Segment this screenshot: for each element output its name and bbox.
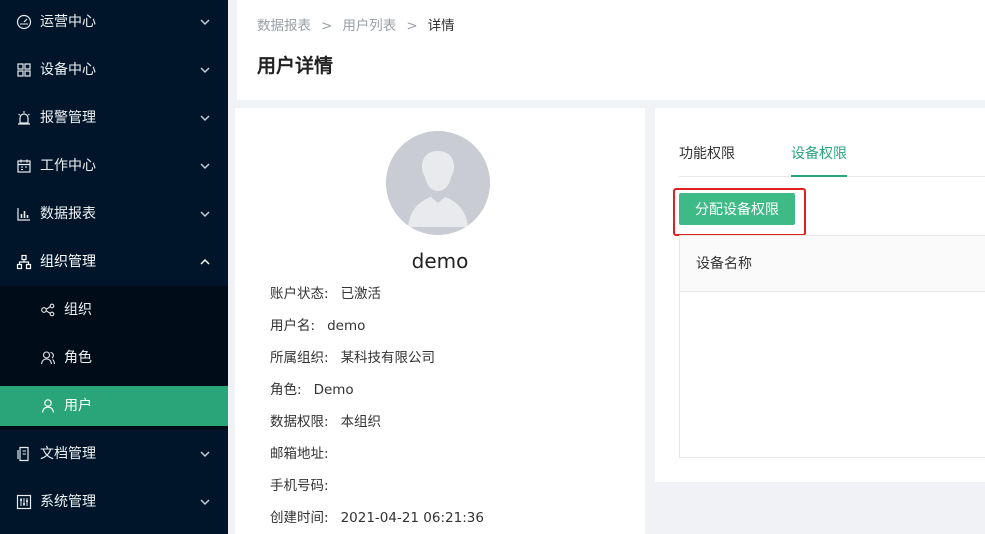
- info-row-email: 邮箱地址:: [270, 444, 341, 464]
- tab-device-permissions[interactable]: 设备权限: [791, 144, 847, 164]
- chevron-down-icon: [200, 115, 210, 122]
- chevron-down-icon: [200, 163, 210, 170]
- sidebar-item-label: 文档管理: [40, 446, 96, 462]
- assign-device-permission-button[interactable]: 分配设备权限: [679, 193, 795, 225]
- chevron-down-icon: [200, 451, 210, 458]
- sidebar-item-documents[interactable]: 文档管理: [0, 430, 228, 478]
- default-avatar-icon: [386, 131, 490, 235]
- info-value: Demo: [313, 382, 354, 398]
- breadcrumb-separator: >: [406, 18, 418, 34]
- page-header: 数据报表 > 用户列表 > 详情 用户详情: [237, 0, 985, 100]
- user-info-card: demo 账户状态: 已激活 用户名: demo 所属组织: 某科技有限公司 角色: D…: [235, 108, 645, 534]
- dashboard-icon: [16, 14, 32, 30]
- alarm-icon: [18, 111, 30, 125]
- sidebar-subitem-roles[interactable]: 角色: [0, 334, 228, 382]
- chevron-up-icon: [200, 258, 210, 265]
- org-structure-icon: [41, 303, 55, 317]
- sidebar-item-reports[interactable]: 数据报表: [0, 190, 228, 238]
- permission-tabs: 功能权限 设备权限: [679, 144, 985, 177]
- sidebar-item-workcenter[interactable]: 工作中心: [0, 142, 228, 190]
- sidebar-item-system[interactable]: 系统管理: [0, 478, 228, 526]
- info-row-role: 角色: Demo: [270, 380, 354, 400]
- settings-icon: [16, 494, 32, 510]
- sidebar-item-devices[interactable]: 设备中心: [0, 46, 228, 94]
- sidebar-item-label: 数据报表: [40, 206, 96, 222]
- info-label: 用户名:: [270, 318, 316, 334]
- info-label: 创建时间:: [270, 510, 329, 526]
- info-label: 所属组织:: [270, 350, 329, 366]
- sidebar-subitem-label: 用户: [64, 398, 92, 414]
- user-display-name: demo: [411, 249, 469, 273]
- info-row-phone: 手机号码:: [270, 476, 341, 496]
- breadcrumb-item-reports[interactable]: 数据报表: [257, 16, 311, 36]
- info-row-created: 创建时间: 2021-04-21 06:21:36: [270, 508, 484, 528]
- calendar-icon: [17, 159, 31, 173]
- sidebar-item-label: 组织管理: [40, 254, 96, 270]
- grid-icon: [17, 63, 31, 77]
- document-icon: [17, 446, 29, 462]
- info-value: 2021-04-21 06:21:36: [340, 510, 484, 526]
- info-label: 数据权限:: [270, 414, 329, 430]
- breadcrumb-item-current: 详情: [427, 18, 455, 34]
- info-label: 角色:: [270, 382, 302, 398]
- sidebar-item-label: 报警管理: [40, 110, 96, 126]
- sidebar-item-label: 系统管理: [40, 494, 96, 510]
- sidebar-subitem-label: 角色: [64, 350, 92, 366]
- sidebar: 运营中心 设备中心 报警管理 工作中心 数据报表 组织管理 组织 角色 用户 文…: [0, 0, 228, 534]
- breadcrumb-item-user-list[interactable]: 用户列表: [342, 16, 396, 36]
- table-header: 设备名称: [680, 236, 985, 292]
- page-title: 用户详情: [257, 55, 334, 77]
- chevron-down-icon: [200, 67, 210, 74]
- bar-chart-icon: [17, 208, 30, 221]
- info-row-organization: 所属组织: 某科技有限公司: [270, 348, 435, 368]
- info-label: 邮箱地址:: [270, 446, 329, 462]
- chevron-down-icon: [200, 211, 210, 218]
- sidebar-subitem-label: 组织: [64, 302, 92, 318]
- tab-function-permissions[interactable]: 功能权限: [679, 144, 735, 164]
- sidebar-item-label: 设备中心: [40, 62, 96, 78]
- avatar: [386, 131, 490, 235]
- org-icon: [16, 254, 32, 270]
- info-label: 手机号码:: [270, 478, 329, 494]
- chevron-down-icon: [200, 499, 210, 506]
- info-row-status: 账户状态: 已激活: [270, 284, 381, 304]
- sidebar-item-label: 运营中心: [40, 14, 96, 30]
- info-value: 已激活: [340, 286, 382, 302]
- info-row-data-permission: 数据权限: 本组织: [270, 412, 381, 432]
- info-value: 某科技有限公司: [340, 350, 436, 366]
- user-icon: [41, 399, 55, 413]
- sidebar-item-organization[interactable]: 组织管理: [0, 238, 228, 286]
- info-value: 本组织: [340, 414, 382, 430]
- chevron-down-icon: [200, 19, 210, 26]
- active-tab-indicator: [791, 175, 847, 177]
- column-header-device-name: 设备名称: [696, 256, 752, 272]
- sidebar-subitem-users[interactable]: 用户: [0, 386, 228, 426]
- sidebar-item-label: 工作中心: [40, 158, 96, 174]
- info-label: 账户状态:: [270, 286, 329, 302]
- device-table: 设备名称: [679, 235, 985, 458]
- permissions-card: 功能权限 设备权限 分配设备权限 设备名称: [655, 108, 985, 482]
- info-row-username: 用户名: demo: [270, 316, 365, 336]
- breadcrumb: 数据报表 > 用户列表 > 详情: [257, 16, 455, 36]
- sidebar-item-operations[interactable]: 运营中心: [0, 0, 228, 46]
- info-value: demo: [327, 318, 366, 334]
- sidebar-item-alarms[interactable]: 报警管理: [0, 94, 228, 142]
- roles-icon: [40, 351, 56, 365]
- sidebar-subitem-org[interactable]: 组织: [0, 286, 228, 334]
- breadcrumb-separator: >: [321, 18, 333, 34]
